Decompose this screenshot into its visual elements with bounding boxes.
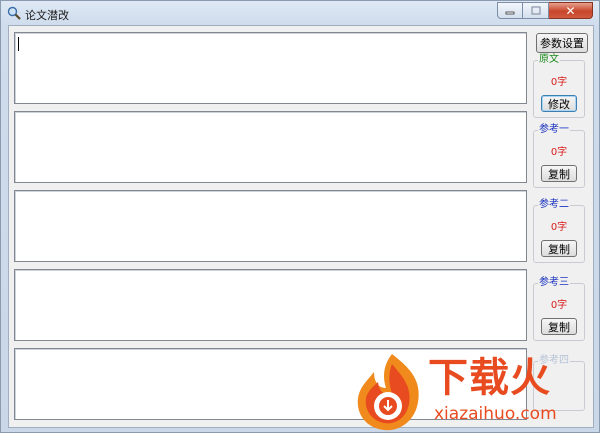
copy-button-ref-2[interactable]: 复制 <box>541 240 577 257</box>
magnifier-icon <box>7 6 21 20</box>
group-ref-3: 参考三 0字 复制 <box>533 277 585 341</box>
copy-button-ref-3[interactable]: 复制 <box>541 318 577 335</box>
minimize-icon <box>505 11 515 14</box>
group-original: 原文 0字 修改 <box>533 54 585 118</box>
settings-button[interactable]: 参数设置 <box>536 33 588 53</box>
group-ref-2-label: 参考二 <box>538 199 570 211</box>
close-button[interactable]: ✕ <box>549 2 593 19</box>
caption-buttons: ✕ <box>497 2 593 20</box>
modify-button[interactable]: 修改 <box>541 95 577 112</box>
minimize-button[interactable] <box>497 2 523 19</box>
group-ref-1-label: 参考一 <box>538 124 570 136</box>
maximize-icon <box>530 6 541 15</box>
text-area-ref-2[interactable] <box>14 190 527 262</box>
group-original-label: 原文 <box>538 54 560 66</box>
group-ref-3-label: 参考三 <box>538 277 570 289</box>
watermark-brand: 下载火 <box>428 355 551 401</box>
copy-button-ref-1[interactable]: 复制 <box>541 165 577 182</box>
group-original-count: 0字 <box>550 77 568 88</box>
title-bar[interactable]: 论文潜改 ✕ <box>1 1 599 25</box>
watermark: 下载火 xiazaihuo.com <box>352 352 600 433</box>
group-ref-3-count: 0字 <box>550 300 568 311</box>
watermark-url: xiazaihuo.com <box>434 404 557 424</box>
maximize-button[interactable] <box>523 2 549 19</box>
group-ref-2: 参考二 0字 复制 <box>533 199 585 263</box>
text-area-ref-1[interactable] <box>14 111 527 183</box>
text-area-ref-3[interactable] <box>14 269 527 341</box>
text-caret <box>18 37 19 51</box>
flame-logo-icon <box>357 354 419 431</box>
group-ref-1: 参考一 0字 复制 <box>533 124 585 188</box>
text-area-original[interactable] <box>14 32 527 104</box>
group-ref-2-count: 0字 <box>550 222 568 233</box>
group-ref-1-count: 0字 <box>550 147 568 158</box>
window-title: 论文潜改 <box>25 9 69 22</box>
close-icon: ✕ <box>565 3 576 18</box>
